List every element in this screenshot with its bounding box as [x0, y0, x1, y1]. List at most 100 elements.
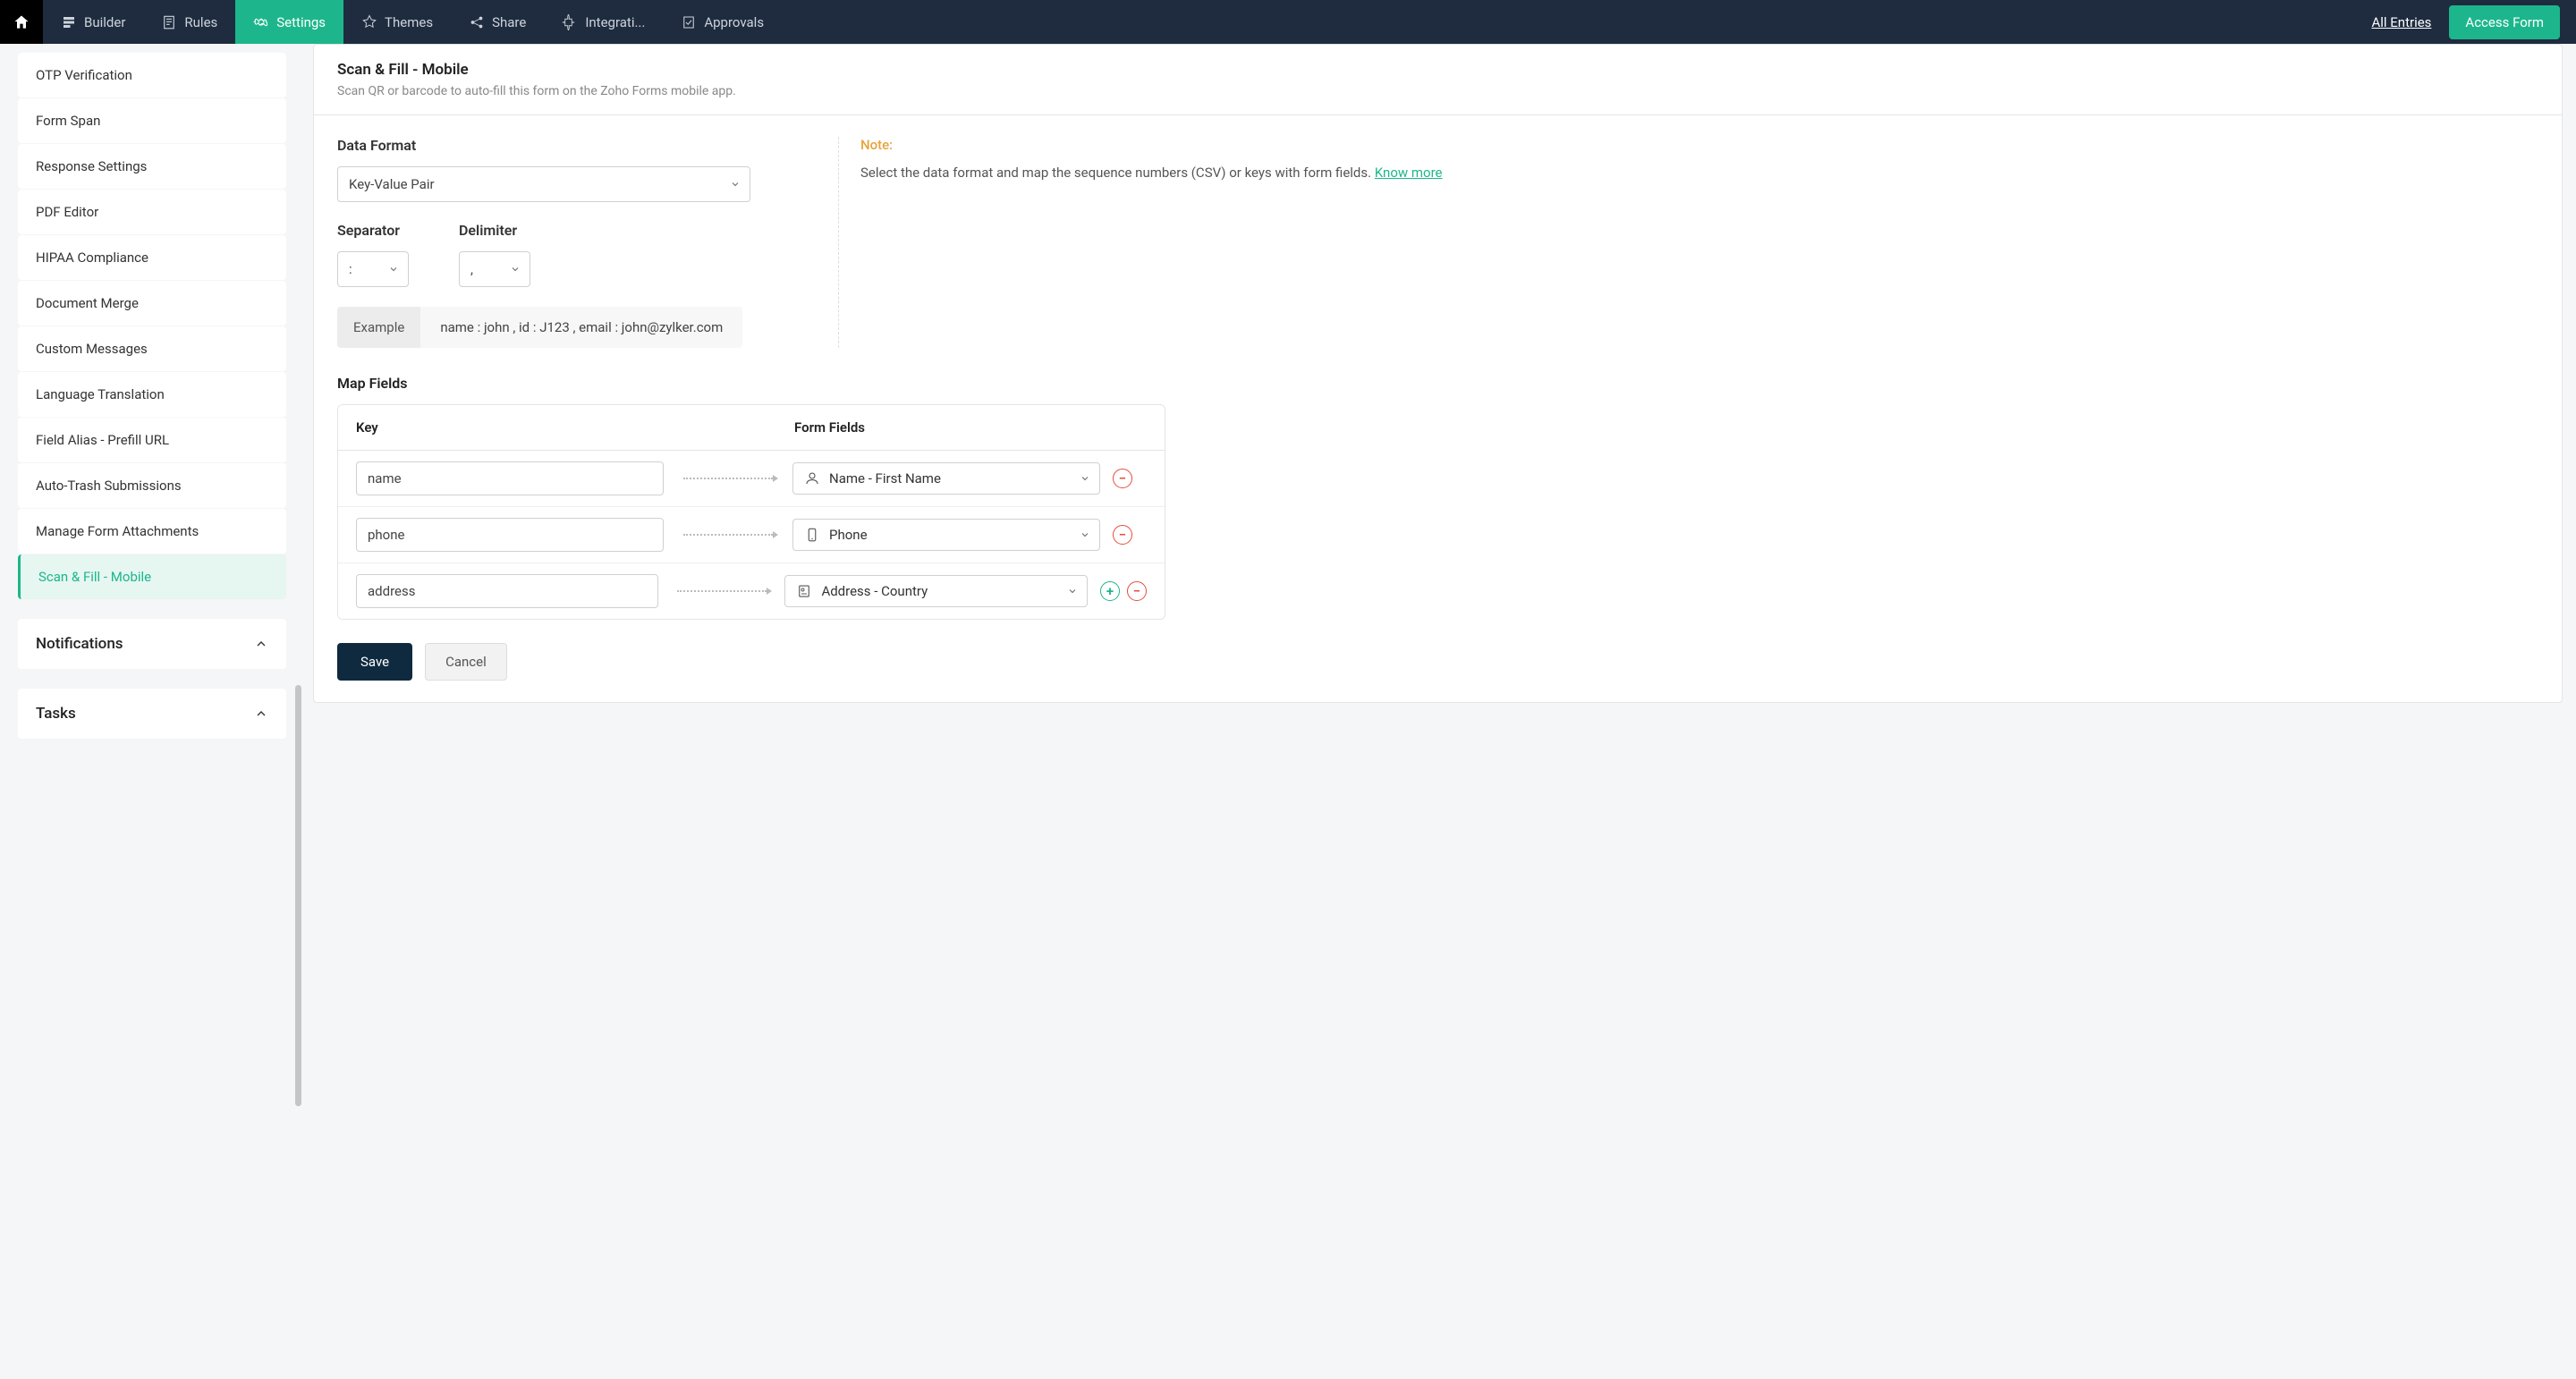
select-value: Key-Value Pair — [349, 176, 435, 192]
approvals-icon — [681, 14, 697, 30]
sidebar-item-pdf[interactable]: PDF Editor — [18, 190, 286, 234]
sidebar-item-attachments[interactable]: Manage Form Attachments — [18, 509, 286, 554]
separator-label: Separator — [337, 222, 409, 239]
card-header: Scan & Fill - Mobile Scan QR or barcode … — [314, 45, 2562, 115]
map-row: Address - Country + − — [338, 563, 1165, 619]
add-row-button[interactable]: + — [1100, 581, 1120, 601]
key-input[interactable] — [356, 461, 664, 495]
tab-label: Approvals — [704, 14, 764, 30]
select-value: , — [470, 261, 473, 277]
sidebar-group-tasks[interactable]: Tasks — [18, 689, 286, 739]
group-label: Notifications — [36, 635, 123, 653]
form-field-select[interactable]: Phone — [792, 519, 1100, 551]
settings-card: Scan & Fill - Mobile Scan QR or barcode … — [313, 44, 2563, 703]
map-header: Key Form Fields — [338, 405, 1165, 451]
form-field-select[interactable]: Name - First Name — [792, 462, 1100, 495]
chevron-down-icon — [1080, 529, 1090, 540]
remove-row-button[interactable]: − — [1113, 469, 1132, 488]
form-field-select[interactable]: Address - Country — [784, 575, 1088, 607]
chevron-down-icon — [1067, 586, 1078, 596]
cancel-button[interactable]: Cancel — [425, 643, 507, 681]
chevron-down-icon — [1080, 473, 1090, 484]
select-value: Address - Country — [821, 583, 928, 599]
tab-rules[interactable]: Rules — [143, 0, 235, 44]
share-icon — [469, 14, 485, 30]
sidebar-item-response[interactable]: Response Settings — [18, 144, 286, 189]
page-subtitle: Scan QR or barcode to auto-fill this for… — [337, 84, 2538, 98]
gear-icon — [253, 14, 269, 30]
tab-themes[interactable]: Themes — [343, 0, 451, 44]
note-title: Note: — [860, 137, 2538, 153]
tab-share[interactable]: Share — [451, 0, 544, 44]
example-text: name : john , id : J123 , email : john@z… — [420, 307, 742, 348]
data-format-select[interactable]: Key-Value Pair — [337, 166, 750, 202]
map-fields-section: Map Fields Key Form Fields — [337, 375, 2538, 620]
tab-integrations[interactable]: Integrati... — [544, 0, 663, 44]
separator-select[interactable]: : — [337, 251, 409, 287]
home-icon — [13, 13, 30, 31]
know-more-link[interactable]: Know more — [1375, 165, 1443, 181]
scrollbar-thumb[interactable] — [295, 685, 301, 1106]
select-value: Name - First Name — [829, 470, 941, 486]
tab-label: Integrati... — [585, 14, 645, 30]
sidebar: OTP Verification Form Span Response Sett… — [0, 44, 304, 1379]
themes-icon — [361, 14, 377, 30]
tab-builder[interactable]: Builder — [43, 0, 143, 44]
chevron-up-icon — [254, 637, 268, 651]
sidebar-item-autotrash[interactable]: Auto-Trash Submissions — [18, 463, 286, 508]
sidebar-item-messages[interactable]: Custom Messages — [18, 326, 286, 371]
note-body: Select the data format and map the seque… — [860, 165, 1375, 181]
arrow-icon — [683, 534, 773, 536]
map-row: Name - First Name − — [338, 451, 1165, 507]
main-content: Scan & Fill - Mobile Scan QR or barcode … — [304, 44, 2576, 1379]
chevron-down-icon — [730, 179, 741, 190]
sidebar-item-alias[interactable]: Field Alias - Prefill URL — [18, 418, 286, 462]
map-fields-label: Map Fields — [337, 375, 2538, 392]
data-format-label: Data Format — [337, 137, 802, 154]
col-key-header: Key — [356, 419, 696, 436]
remove-row-button[interactable]: − — [1127, 581, 1147, 601]
person-icon — [804, 470, 820, 486]
delimiter-label: Delimiter — [459, 222, 530, 239]
col-field-header: Form Fields — [794, 419, 1147, 436]
all-entries-link[interactable]: All Entries — [2371, 14, 2431, 30]
sidebar-item-scanfill[interactable]: Scan & Fill - Mobile — [18, 554, 286, 599]
delimiter-select[interactable]: , — [459, 251, 530, 287]
sidebar-scrollbar[interactable] — [295, 53, 301, 1370]
tab-label: Themes — [385, 14, 433, 30]
tab-settings[interactable]: Settings — [235, 0, 343, 44]
select-value: Phone — [829, 527, 868, 543]
integrations-icon — [562, 14, 578, 30]
sidebar-item-otp[interactable]: OTP Verification — [18, 53, 286, 97]
arrow-icon — [677, 590, 767, 592]
tab-label: Rules — [184, 14, 217, 30]
home-button[interactable] — [0, 0, 43, 44]
map-row: Phone − — [338, 507, 1165, 563]
group-label: Tasks — [36, 705, 76, 723]
sidebar-item-lang[interactable]: Language Translation — [18, 372, 286, 417]
save-button[interactable]: Save — [337, 643, 412, 681]
sidebar-group-notifications[interactable]: Notifications — [18, 619, 286, 669]
tab-label: Share — [492, 14, 526, 30]
sidebar-item-merge[interactable]: Document Merge — [18, 281, 286, 326]
sidebar-item-formspan[interactable]: Form Span — [18, 98, 286, 143]
tab-label: Settings — [276, 14, 326, 30]
top-nav: Builder Rules Settings Themes Share Inte… — [0, 0, 2576, 44]
remove-row-button[interactable]: − — [1113, 525, 1132, 545]
key-input[interactable] — [356, 518, 664, 552]
arrow-icon — [683, 478, 773, 479]
chevron-up-icon — [254, 706, 268, 721]
page-title: Scan & Fill - Mobile — [337, 61, 2538, 79]
builder-icon — [61, 14, 77, 30]
example-box: Example name : john , id : J123 , email … — [337, 307, 742, 348]
address-icon — [796, 583, 812, 599]
chevron-down-icon — [388, 264, 399, 275]
select-value: : — [349, 261, 352, 277]
example-label: Example — [337, 307, 420, 348]
tab-approvals[interactable]: Approvals — [663, 0, 782, 44]
key-input[interactable] — [356, 574, 658, 608]
note-text: Select the data format and map the seque… — [860, 162, 2538, 183]
sidebar-item-hipaa[interactable]: HIPAA Compliance — [18, 235, 286, 280]
tab-label: Builder — [84, 14, 125, 30]
access-form-button[interactable]: Access Form — [2449, 5, 2560, 39]
